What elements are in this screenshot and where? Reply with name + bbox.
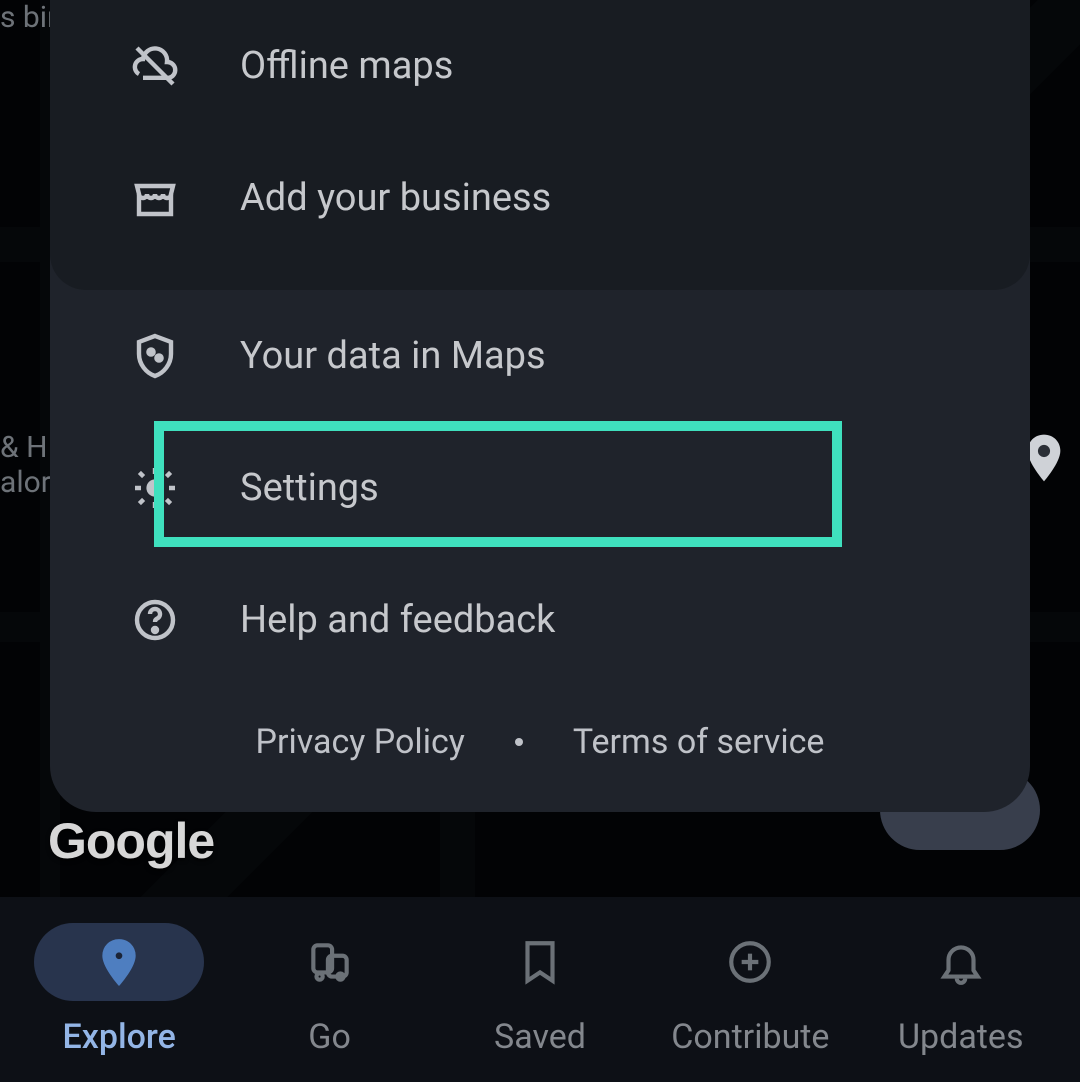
storefront-icon — [130, 173, 180, 223]
menu-item-settings[interactable]: Settings — [50, 422, 1030, 554]
help-circle-icon — [130, 595, 180, 645]
bell-icon — [936, 937, 986, 987]
menu-item-your-data[interactable]: Your data in Maps — [50, 290, 1030, 422]
pin-icon — [94, 937, 144, 987]
google-logo: Google — [48, 812, 214, 870]
cloud-off-icon — [130, 41, 180, 91]
menu-item-label: Offline maps — [240, 44, 453, 88]
plus-circle-icon — [725, 937, 775, 987]
nav-explore[interactable]: Explore — [14, 923, 224, 1057]
nav-contribute[interactable]: Contribute — [645, 923, 855, 1057]
separator-dot — [515, 738, 523, 746]
gear-icon — [130, 463, 180, 513]
terms-link[interactable]: Terms of service — [573, 722, 825, 762]
menu-item-label: Settings — [240, 466, 379, 510]
map-bg-text: s bir — [0, 0, 57, 35]
nav-label: Explore — [63, 1017, 176, 1057]
nav-label: Updates — [898, 1017, 1024, 1057]
menu-item-help[interactable]: Help and feedback — [50, 554, 1030, 686]
nav-updates[interactable]: Updates — [856, 923, 1066, 1057]
nav-label: Saved — [494, 1017, 586, 1057]
menu-item-label: Help and feedback — [240, 598, 555, 642]
nav-saved[interactable]: Saved — [435, 923, 645, 1057]
map-bg-text: & H alor — [0, 430, 51, 500]
menu-top-section: Offline maps Add your business — [50, 0, 1030, 290]
transit-icon — [305, 937, 355, 987]
nav-label: Go — [308, 1017, 351, 1057]
footer-links: Privacy Policy Terms of service — [50, 686, 1030, 798]
nav-label: Contribute — [671, 1017, 829, 1057]
menu-item-add-business[interactable]: Add your business — [50, 132, 1030, 264]
bookmark-icon — [515, 937, 565, 987]
menu-item-offline-maps[interactable]: Offline maps — [50, 0, 1030, 132]
bottom-nav: Explore Go Saved Contribute Updates — [0, 897, 1080, 1082]
nav-go[interactable]: Go — [224, 923, 434, 1057]
menu-item-label: Your data in Maps — [240, 334, 546, 378]
account-menu-panel: Offline maps Add your business Your data… — [50, 0, 1030, 812]
privacy-policy-link[interactable]: Privacy Policy — [256, 722, 465, 762]
shield-privacy-icon — [130, 331, 180, 381]
menu-item-label: Add your business — [240, 176, 551, 220]
